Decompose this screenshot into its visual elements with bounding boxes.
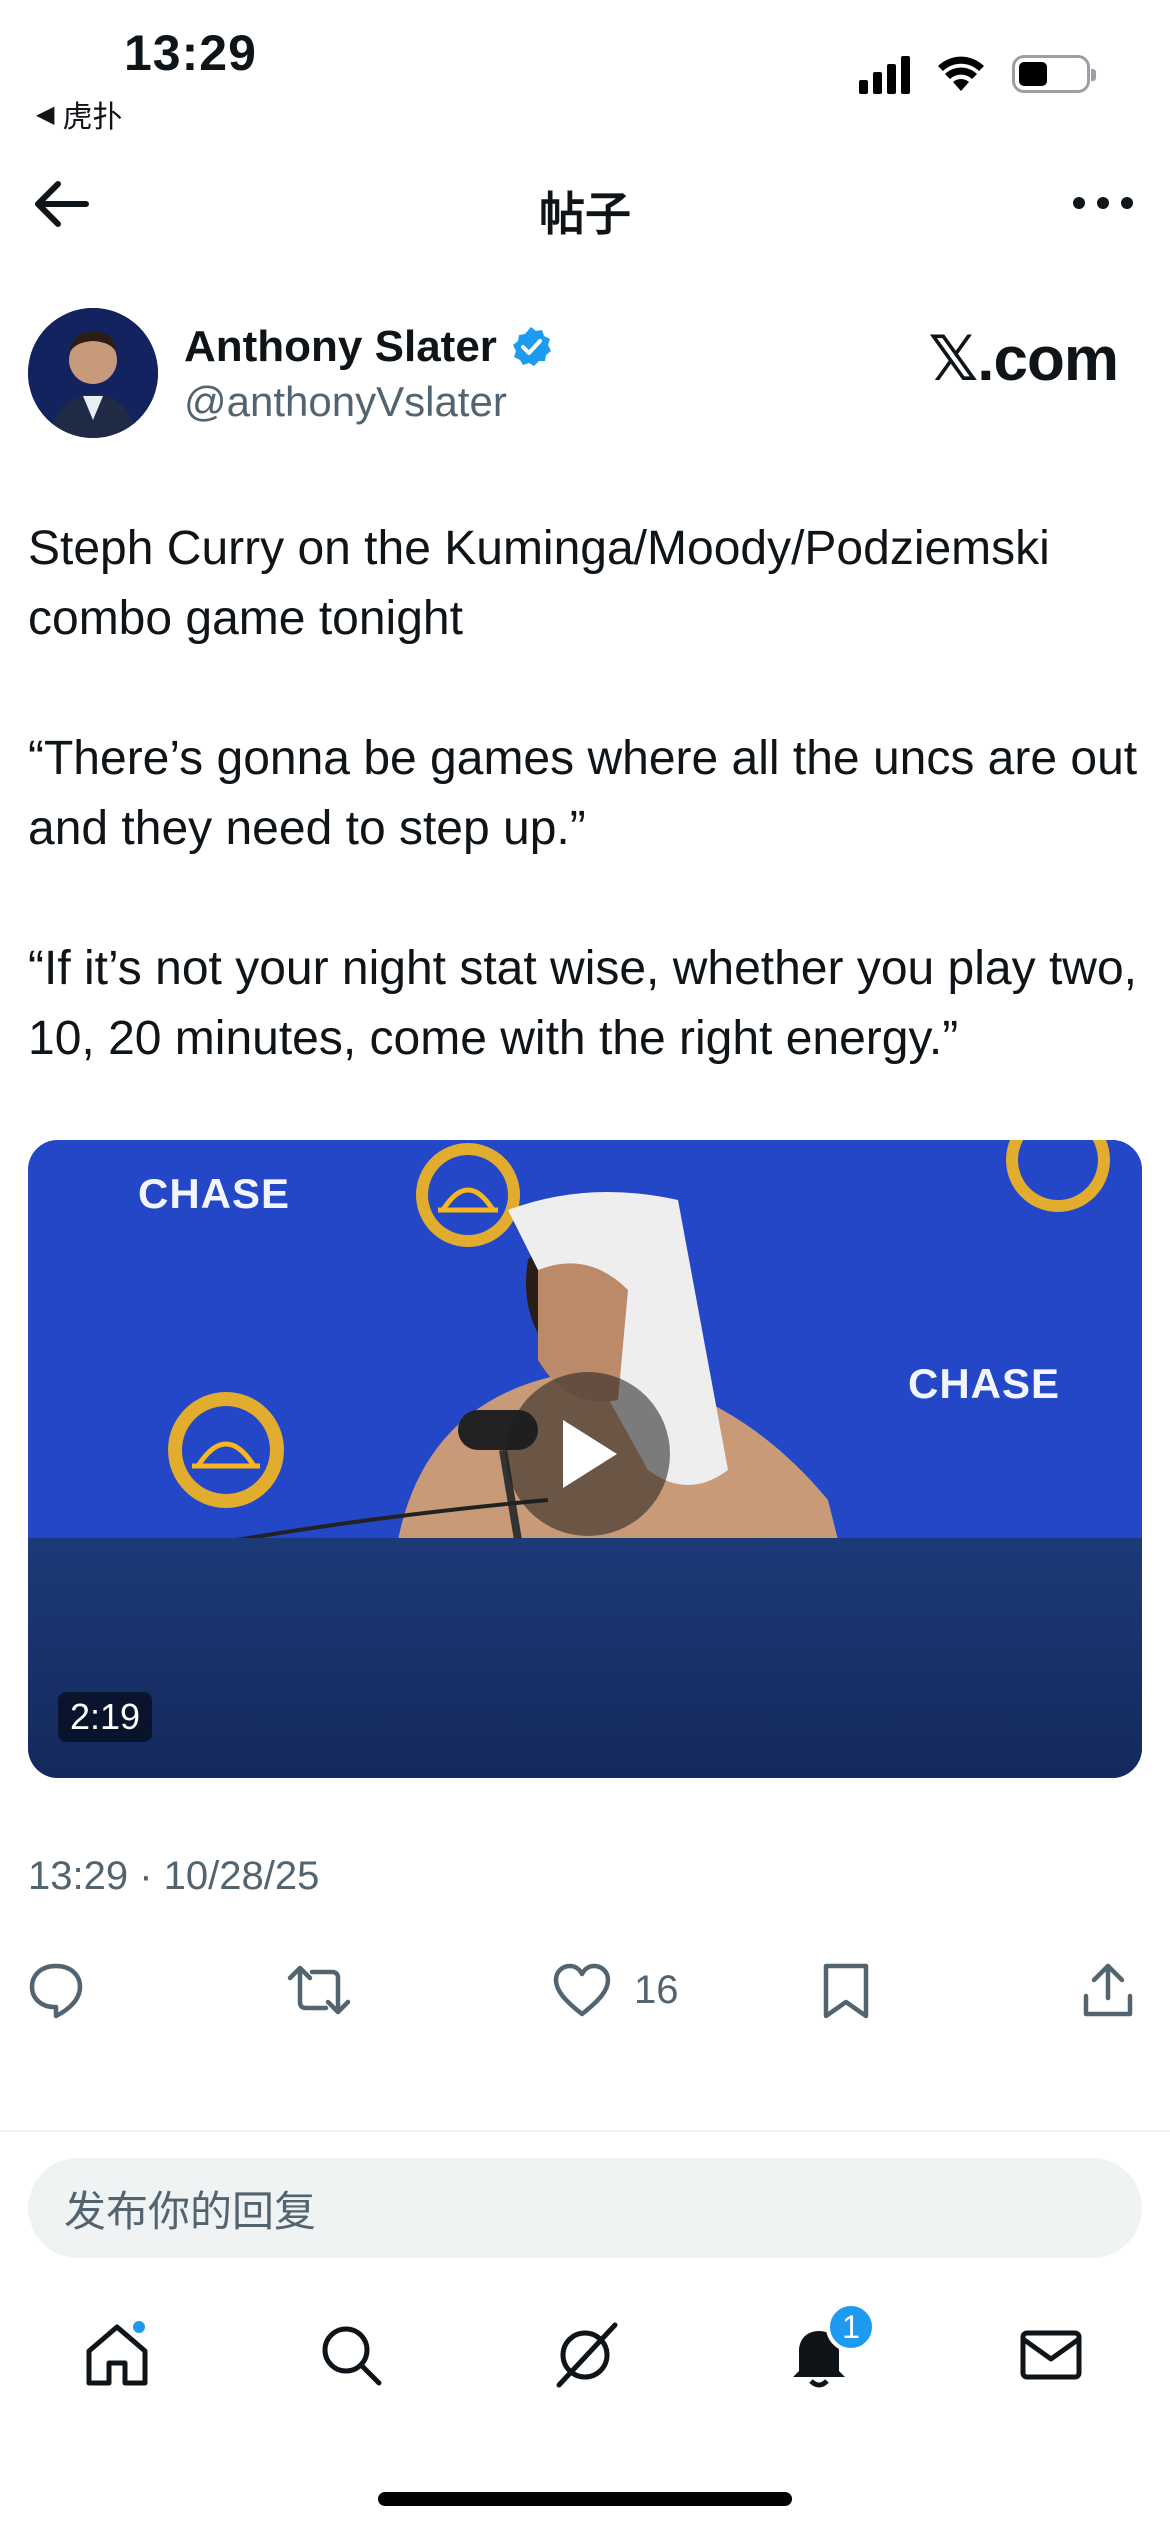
tweet-detail-screen: 13:29 ◀ 虎扑 帖子 Anthony Slater @anthonyVsl… bbox=[0, 0, 1170, 2532]
share-icon bbox=[1083, 1963, 1133, 2017]
tweet-paragraph: Steph Curry on the Kuminga/Moody/Podziem… bbox=[28, 522, 1050, 645]
like-count: 16 bbox=[634, 1967, 679, 2012]
bookmark-button[interactable] bbox=[820, 1950, 872, 2030]
tweet-paragraph: “If it’s not your night stat wise, wheth… bbox=[28, 942, 1137, 1065]
video-player[interactable]: CHASE CHASE 2:19 bbox=[28, 1140, 1142, 1778]
search-icon bbox=[322, 2326, 382, 2386]
sponsor-logo: CHASE bbox=[908, 1360, 1061, 1407]
video-duration: 2:19 bbox=[58, 1692, 153, 1742]
verified-badge-icon bbox=[512, 327, 551, 366]
battery-icon bbox=[1012, 55, 1096, 93]
warriors-logo-icon bbox=[168, 1392, 284, 1508]
notifications-badge: 1 bbox=[826, 2302, 876, 2352]
more-options-icon[interactable] bbox=[1070, 180, 1136, 226]
page-title: 帖子 bbox=[539, 188, 631, 240]
new-posts-dot bbox=[130, 2318, 148, 2336]
like-button[interactable]: 16 bbox=[552, 1950, 679, 2030]
action-bar: 16 bbox=[0, 1950, 1170, 2030]
reply-input[interactable]: 发布你的回复 bbox=[28, 2158, 1142, 2258]
tab-messages[interactable] bbox=[1006, 2310, 1096, 2400]
tab-notifications[interactable]: 1 bbox=[774, 2302, 876, 2400]
author-name[interactable]: Anthony Slater bbox=[184, 322, 553, 372]
tab-grok[interactable] bbox=[540, 2310, 630, 2400]
status-indicators bbox=[859, 54, 1096, 94]
avatar[interactable] bbox=[28, 308, 158, 438]
reply-icon bbox=[29, 1963, 83, 2019]
tweet-text: Steph Curry on the Kuminga/Moody/Podziem… bbox=[28, 514, 1148, 1074]
grok-icon bbox=[556, 2322, 618, 2388]
wifi-icon bbox=[938, 56, 984, 91]
avatar-image bbox=[28, 308, 158, 438]
repost-icon bbox=[287, 1965, 351, 2015]
status-time: 13:29 bbox=[124, 25, 257, 81]
home-indicator[interactable] bbox=[378, 2492, 792, 2506]
back-app-label: 虎扑 bbox=[62, 101, 123, 134]
bottom-tab-bar: 1 bbox=[0, 2300, 1170, 2420]
sponsor-logo: CHASE bbox=[138, 1170, 291, 1217]
reply-button[interactable] bbox=[26, 1950, 86, 2030]
play-icon bbox=[563, 1420, 617, 1488]
cellular-signal-icon bbox=[859, 54, 910, 94]
back-triangle-icon: ◀ bbox=[36, 100, 55, 128]
mail-icon bbox=[1020, 2330, 1082, 2380]
tab-search[interactable] bbox=[306, 2310, 396, 2400]
nav-header: 帖子 bbox=[0, 160, 1170, 250]
divider bbox=[0, 2130, 1170, 2132]
share-button[interactable] bbox=[1080, 1950, 1136, 2030]
repost-button[interactable] bbox=[286, 1950, 352, 2030]
post-timestamp[interactable]: 13:29 · 10/28/25 bbox=[28, 1854, 319, 1899]
author-handle[interactable]: @anthonyVslater bbox=[184, 378, 507, 426]
warriors-logo-icon bbox=[416, 1143, 520, 1247]
back-to-app[interactable]: ◀ 虎扑 bbox=[36, 92, 122, 136]
bookmark-icon bbox=[823, 1963, 869, 2019]
x-com-logo: 𝕏.com bbox=[928, 325, 1119, 394]
play-button[interactable] bbox=[506, 1372, 670, 1536]
author-name-text: Anthony Slater bbox=[184, 322, 497, 371]
tweet-paragraph: “There’s gonna be games where all the un… bbox=[28, 732, 1138, 855]
heart-icon bbox=[553, 1963, 611, 2017]
podium-desk bbox=[28, 1538, 1142, 1778]
tab-home[interactable] bbox=[72, 2310, 162, 2400]
